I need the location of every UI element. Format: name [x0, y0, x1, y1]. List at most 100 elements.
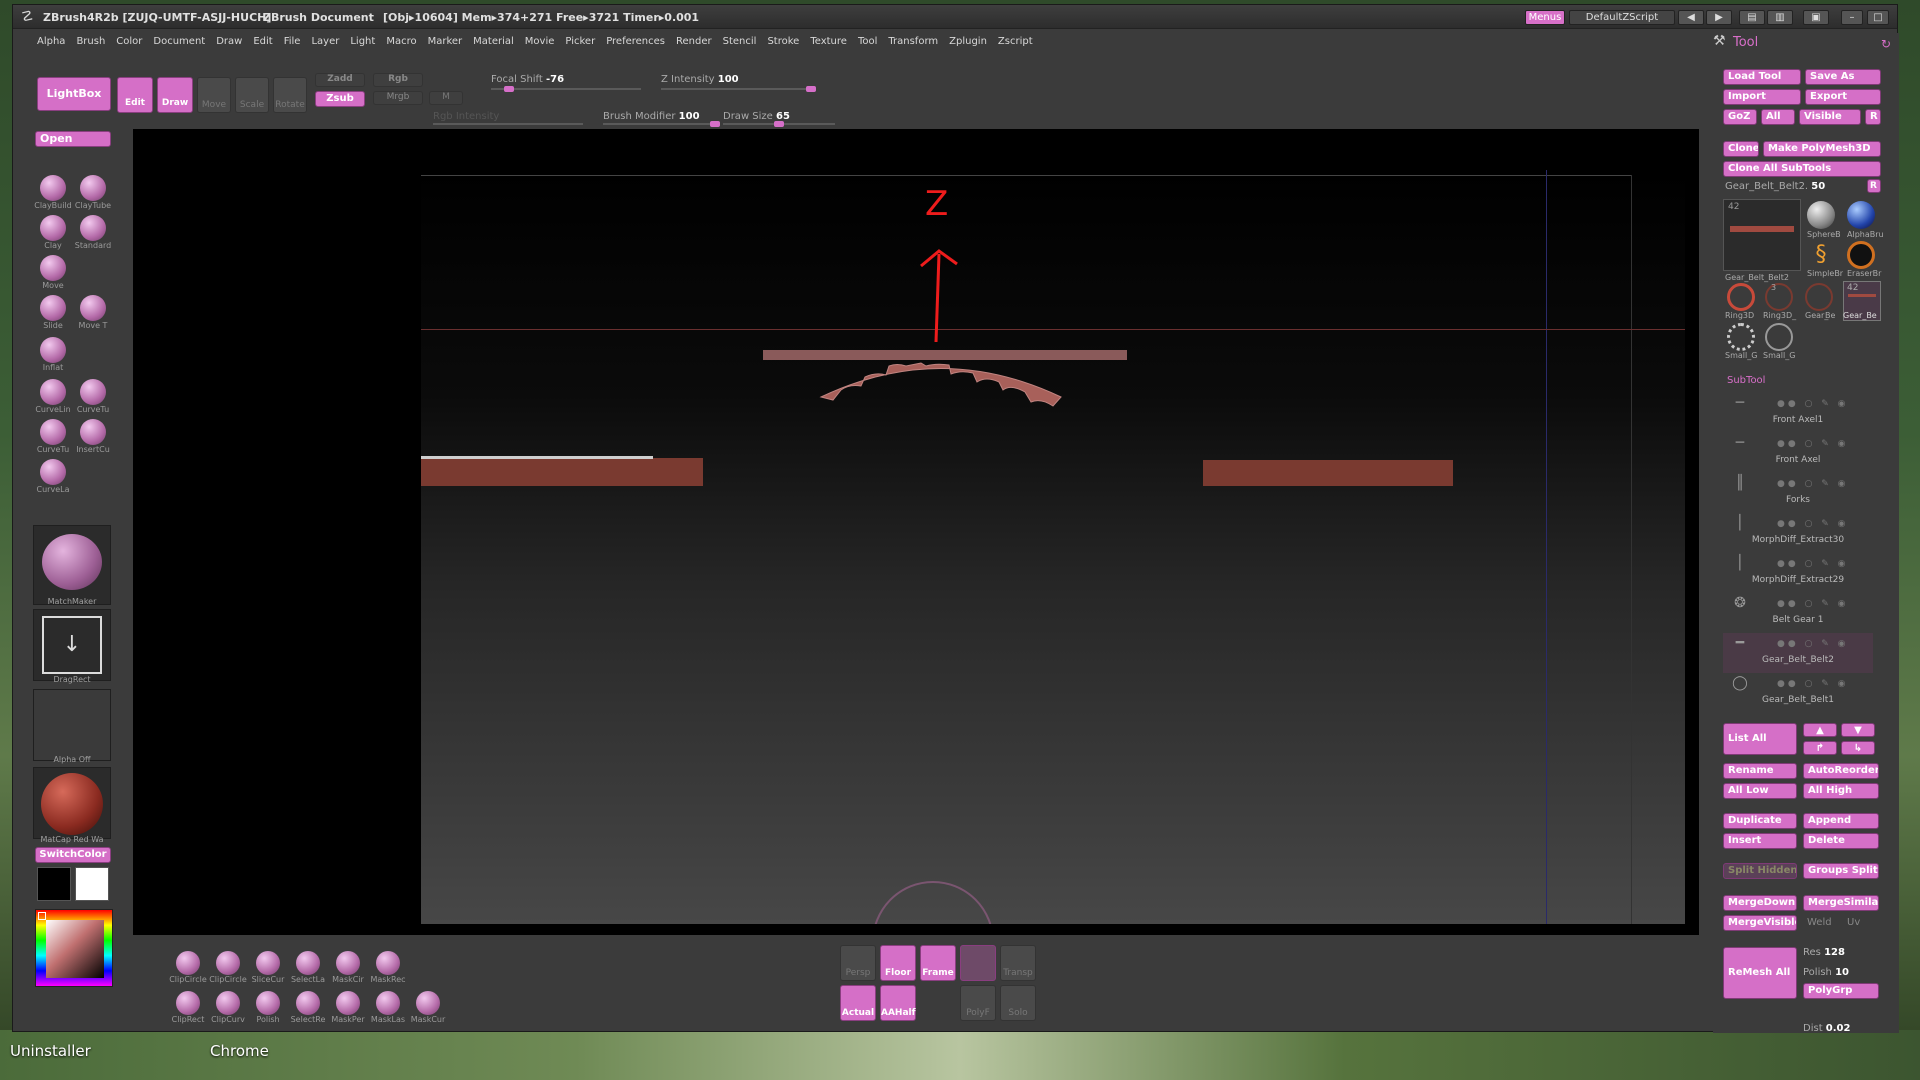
view-control-button[interactable]: Floor — [880, 945, 916, 981]
list-all-button[interactable]: List All — [1723, 723, 1797, 755]
bottom-tool-slot[interactable]: Polish — [248, 991, 288, 1024]
all-button[interactable]: All — [1761, 109, 1795, 125]
split-hidden-button[interactable]: Split Hidden — [1723, 863, 1797, 879]
focal-shift-knob[interactable] — [504, 86, 514, 92]
brush-slot[interactable]: Slide — [33, 295, 73, 330]
make-polymesh-button[interactable]: Make PolyMesh3D — [1763, 141, 1881, 157]
clone-all-subtools-button[interactable]: Clone All SubTools — [1723, 161, 1881, 177]
menu-layer[interactable]: Layer — [311, 32, 339, 52]
draw-size-knob[interactable] — [774, 121, 784, 127]
view-control-button[interactable]: Transp — [1000, 945, 1036, 981]
view-control-button[interactable]: PolyF — [960, 985, 996, 1021]
primary-color-swatch[interactable] — [75, 867, 109, 901]
insert-button[interactable]: Insert — [1723, 833, 1797, 849]
rgb-intensity-slider[interactable]: Rgb Intensity — [433, 111, 499, 122]
menu-marker[interactable]: Marker — [428, 32, 463, 52]
subtool-toggle-icons[interactable]: ●● ○ ✎ ◉ — [1777, 559, 1873, 569]
menu-brush[interactable]: Brush — [76, 32, 105, 52]
res-slider[interactable]: Res 128 — [1803, 947, 1845, 958]
current-tool-slider[interactable]: Gear_Belt_Belt2. 50 — [1725, 181, 1825, 192]
bottom-tool-slot[interactable]: MaskLas — [368, 991, 408, 1024]
zadd-button[interactable]: Zadd — [315, 73, 365, 87]
rotate-button[interactable]: Rotate — [273, 77, 307, 113]
bottom-tool-slot[interactable]: ClipRect — [168, 991, 208, 1024]
subtool-item[interactable]: ║ ●● ○ ✎ ◉ Forks — [1723, 473, 1873, 513]
subtool-toggle-icons[interactable]: ●● ○ ✎ ◉ — [1777, 479, 1873, 489]
menu-movie[interactable]: Movie — [525, 32, 555, 52]
load-tool-button[interactable]: Load Tool — [1723, 69, 1801, 85]
lightbox-button[interactable]: LightBox — [37, 77, 111, 111]
subtool-item[interactable]: ─ ●● ○ ✎ ◉ Front Axel — [1723, 433, 1873, 473]
sphere-brush-thumb-icon[interactable] — [1807, 201, 1835, 229]
view-control-button[interactable]: Actual — [840, 985, 876, 1021]
bottom-tool-slot[interactable]: ClipCircle — [168, 951, 208, 984]
ring3d-2-thumb-icon[interactable] — [1765, 283, 1793, 311]
menus-button[interactable]: Menus — [1525, 10, 1565, 25]
switch-color-button[interactable]: SwitchColor — [35, 847, 111, 863]
subtool-item[interactable]: ━ ●● ○ ✎ ◉ Gear_Belt_Belt2 — [1723, 633, 1873, 673]
menu-transform[interactable]: Transform — [888, 32, 938, 52]
small-gear-thumb-icon[interactable] — [1727, 323, 1755, 351]
menu-draw[interactable]: Draw — [216, 32, 242, 52]
menu-preferences[interactable]: Preferences — [606, 32, 665, 52]
duplicate-button[interactable]: Duplicate — [1723, 813, 1797, 829]
layout-icon[interactable]: ▤ — [1739, 10, 1765, 25]
desktop-icon-chrome[interactable]: Chrome — [210, 1042, 269, 1060]
simple-brush-thumb-icon[interactable]: § — [1807, 241, 1835, 269]
zsub-button[interactable]: Zsub — [315, 91, 365, 107]
brush-modifier-knob[interactable] — [710, 121, 720, 127]
edit-button[interactable]: Edit — [117, 77, 153, 113]
subtool-toggle-icons[interactable]: ●● ○ ✎ ◉ — [1777, 639, 1873, 649]
goz-button[interactable]: GoZ — [1723, 109, 1757, 125]
bottom-tool-slot[interactable]: SelectRe — [288, 991, 328, 1024]
menu-macro[interactable]: Macro — [386, 32, 416, 52]
material-slot[interactable] — [33, 767, 111, 839]
view-control-button[interactable]: Solo — [1000, 985, 1036, 1021]
subtool-toggle-icons[interactable]: ●● ○ ✎ ◉ — [1777, 519, 1873, 529]
tool-palette-header[interactable]: Tool — [1733, 35, 1758, 50]
hide-icon[interactable]: ▣ — [1803, 10, 1829, 25]
menu-picker[interactable]: Picker — [565, 32, 595, 52]
subtool-toggle-icons[interactable]: ●● ○ ✎ ◉ — [1777, 439, 1873, 449]
polish-slider[interactable]: Polish 10 — [1803, 967, 1849, 978]
draw-button[interactable]: Draw — [157, 77, 193, 113]
subtool-item[interactable]: ❂ ●● ○ ✎ ◉ Belt Gear 1 — [1723, 593, 1873, 633]
save-as-button[interactable]: Save As — [1805, 69, 1881, 85]
subtool-toggle-icons[interactable]: ●● ○ ✎ ◉ — [1777, 679, 1873, 689]
current-tool-thumbnail[interactable]: 42 — [1723, 199, 1801, 271]
bottom-tool-slot[interactable]: MaskRec — [368, 951, 408, 984]
document-viewport[interactable]: Z — [133, 129, 1699, 935]
subtool-item[interactable]: ─ ●● ○ ✎ ◉ Front Axel1 — [1723, 393, 1873, 433]
r-button[interactable]: R — [1865, 109, 1881, 125]
move-button[interactable]: Move — [197, 77, 231, 113]
move-bottom-icon[interactable]: ↳ — [1841, 741, 1875, 755]
canvas-area[interactable]: Z — [421, 170, 1685, 924]
rgb-button[interactable]: Rgb — [373, 73, 423, 87]
ring3d-thumb-icon[interactable] — [1727, 283, 1755, 311]
mrgb-button[interactable]: Mrgb — [373, 91, 423, 105]
color-picker-hue[interactable] — [35, 909, 113, 987]
brush-slot[interactable]: Standard — [73, 215, 113, 250]
bottom-tool-slot[interactable]: ClipCircle — [208, 951, 248, 984]
move-up-icon[interactable]: ▲ — [1803, 723, 1837, 737]
menu-light[interactable]: Light — [350, 32, 375, 52]
brush-slot[interactable]: ClayTube — [73, 175, 113, 210]
rename-button[interactable]: Rename — [1723, 763, 1797, 779]
append-button[interactable]: Append — [1803, 813, 1879, 829]
subtool-header[interactable]: SubTool — [1727, 375, 1765, 386]
menu-texture[interactable]: Texture — [810, 32, 847, 52]
z-intensity-slider[interactable]: Z Intensity 100 — [661, 74, 739, 85]
brush-slot[interactable]: Clay — [33, 215, 73, 250]
view-control-button[interactable]: AAHalf — [880, 985, 916, 1021]
brush-slot[interactable]: CurveTu — [33, 419, 73, 454]
menu-render[interactable]: Render — [676, 32, 712, 52]
alpha-slot[interactable] — [33, 689, 111, 761]
brush-slot[interactable]: CurveLin — [33, 379, 73, 414]
menu-zscript[interactable]: Zscript — [998, 32, 1033, 52]
view-control-button[interactable]: Frame — [920, 945, 956, 981]
menu-edit[interactable]: Edit — [253, 32, 272, 52]
open-button[interactable]: Open — [35, 131, 111, 147]
move-top-icon[interactable]: ↱ — [1803, 741, 1837, 755]
subtool-toggle-icons[interactable]: ●● ○ ✎ ◉ — [1777, 599, 1873, 609]
menu-stroke[interactable]: Stroke — [767, 32, 799, 52]
